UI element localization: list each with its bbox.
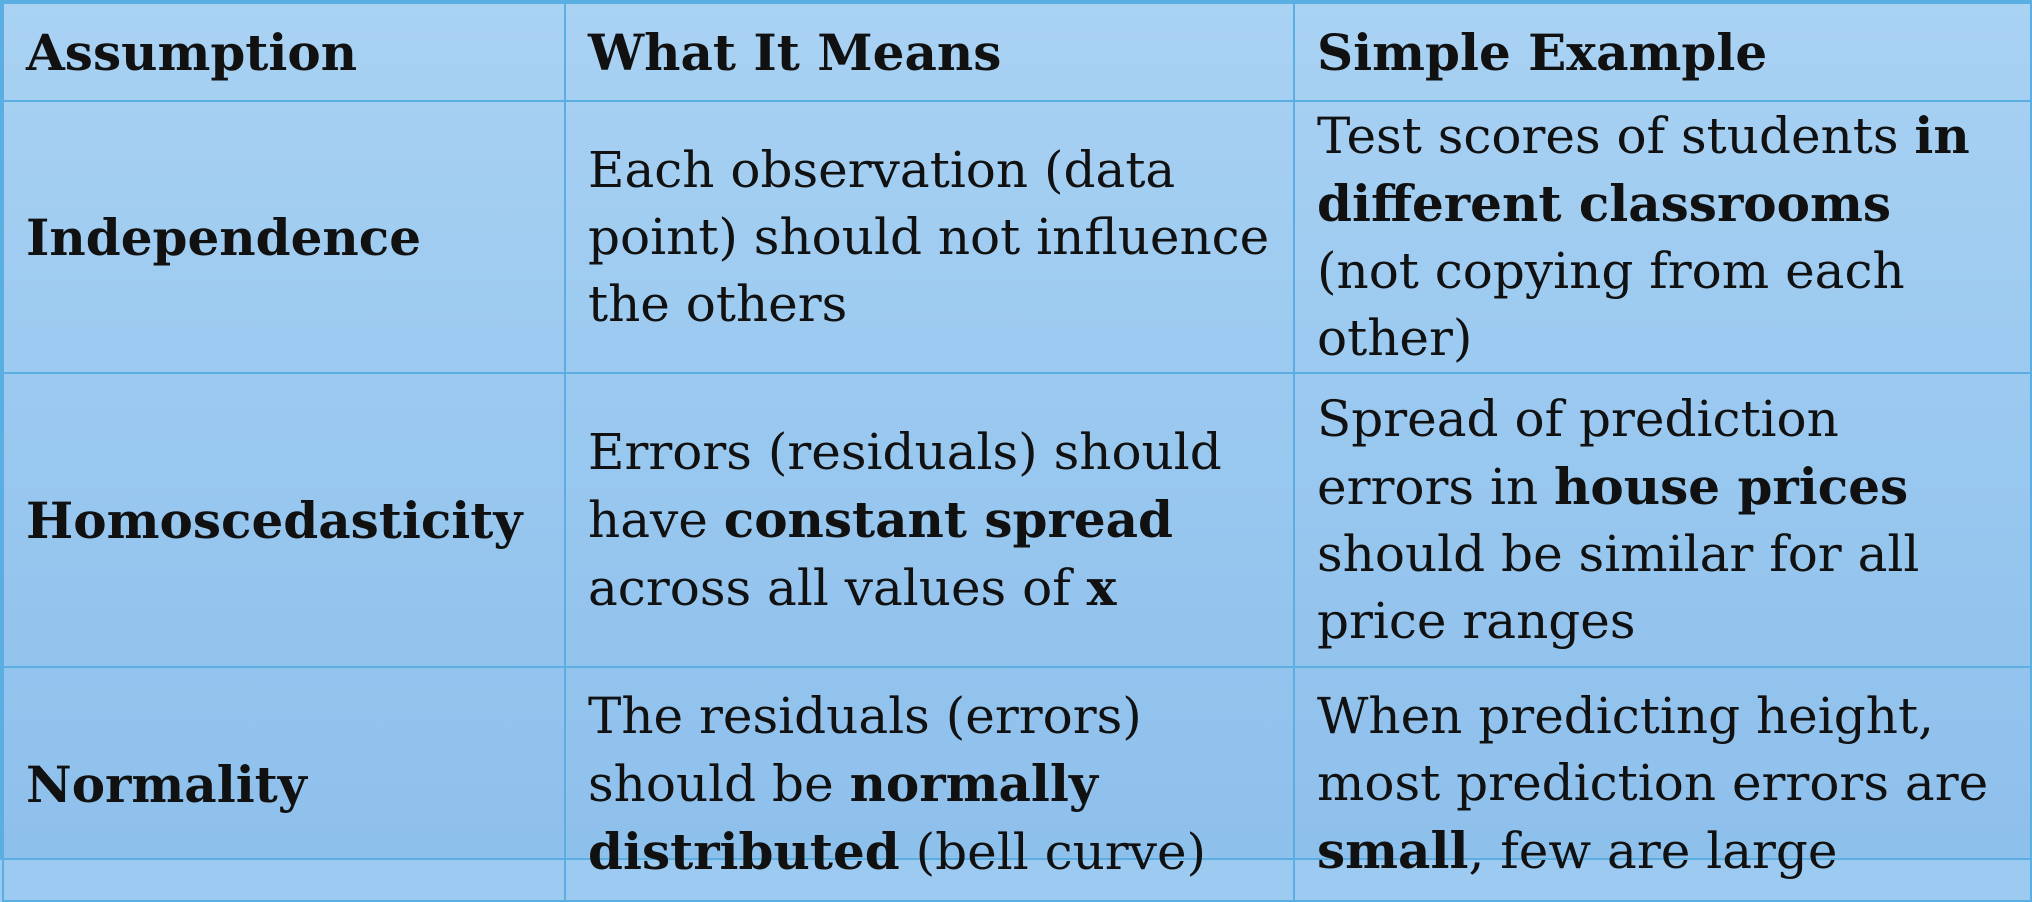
- assumption-cell: Homoscedasticity: [2, 372, 566, 668]
- meaning-text: (bell curve): [899, 822, 1207, 881]
- example-text: should be similar for all price ranges: [1317, 524, 1920, 650]
- table-row-independence: Independence Each observation (data poin…: [2, 100, 2032, 374]
- header-assumption: Assumption: [2, 2, 566, 102]
- table-row-homoscedasticity: Homoscedasticity Errors (residuals) shou…: [2, 372, 2032, 668]
- example-text: (not copying from each other): [1317, 242, 1905, 367]
- example-cell: When predicting height, most prediction …: [1293, 666, 2032, 902]
- table-row-normality: Normality The residuals (errors) should …: [2, 666, 2032, 902]
- example-emphasis: house prices: [1554, 456, 1909, 516]
- example-text: , few are large: [1468, 822, 1838, 880]
- example-emphasis: small: [1317, 821, 1469, 880]
- meaning-cell: The residuals (errors) should be normall…: [564, 666, 1295, 902]
- assumptions-table: Assumption What It Means Simple Example …: [2, 2, 2032, 902]
- assumptions-table-container: Assumption What It Means Simple Example …: [0, 0, 2032, 902]
- assumption-cell: Independence: [2, 100, 566, 374]
- meaning-text: Each observation (data point) should not…: [588, 140, 1270, 333]
- table-header-row: Assumption What It Means Simple Example: [2, 2, 2032, 102]
- example-text: When predicting height, most prediction …: [1317, 687, 1989, 812]
- header-what-it-means: What It Means: [564, 2, 1295, 102]
- example-text: Test scores of students: [1317, 107, 1915, 165]
- meaning-emphasis: x: [1086, 557, 1117, 617]
- meaning-cell: Each observation (data point) should not…: [564, 100, 1295, 374]
- meaning-cell: Errors (residuals) should have constant …: [564, 372, 1295, 668]
- example-cell: Test scores of students in different cla…: [1293, 100, 2032, 374]
- example-cell: Spread of prediction errors in house pri…: [1293, 372, 2032, 668]
- assumption-cell: Normality: [2, 666, 566, 902]
- meaning-text: across all values of: [588, 558, 1087, 617]
- meaning-emphasis: constant spread: [723, 489, 1174, 549]
- header-simple-example: Simple Example: [1293, 2, 2032, 102]
